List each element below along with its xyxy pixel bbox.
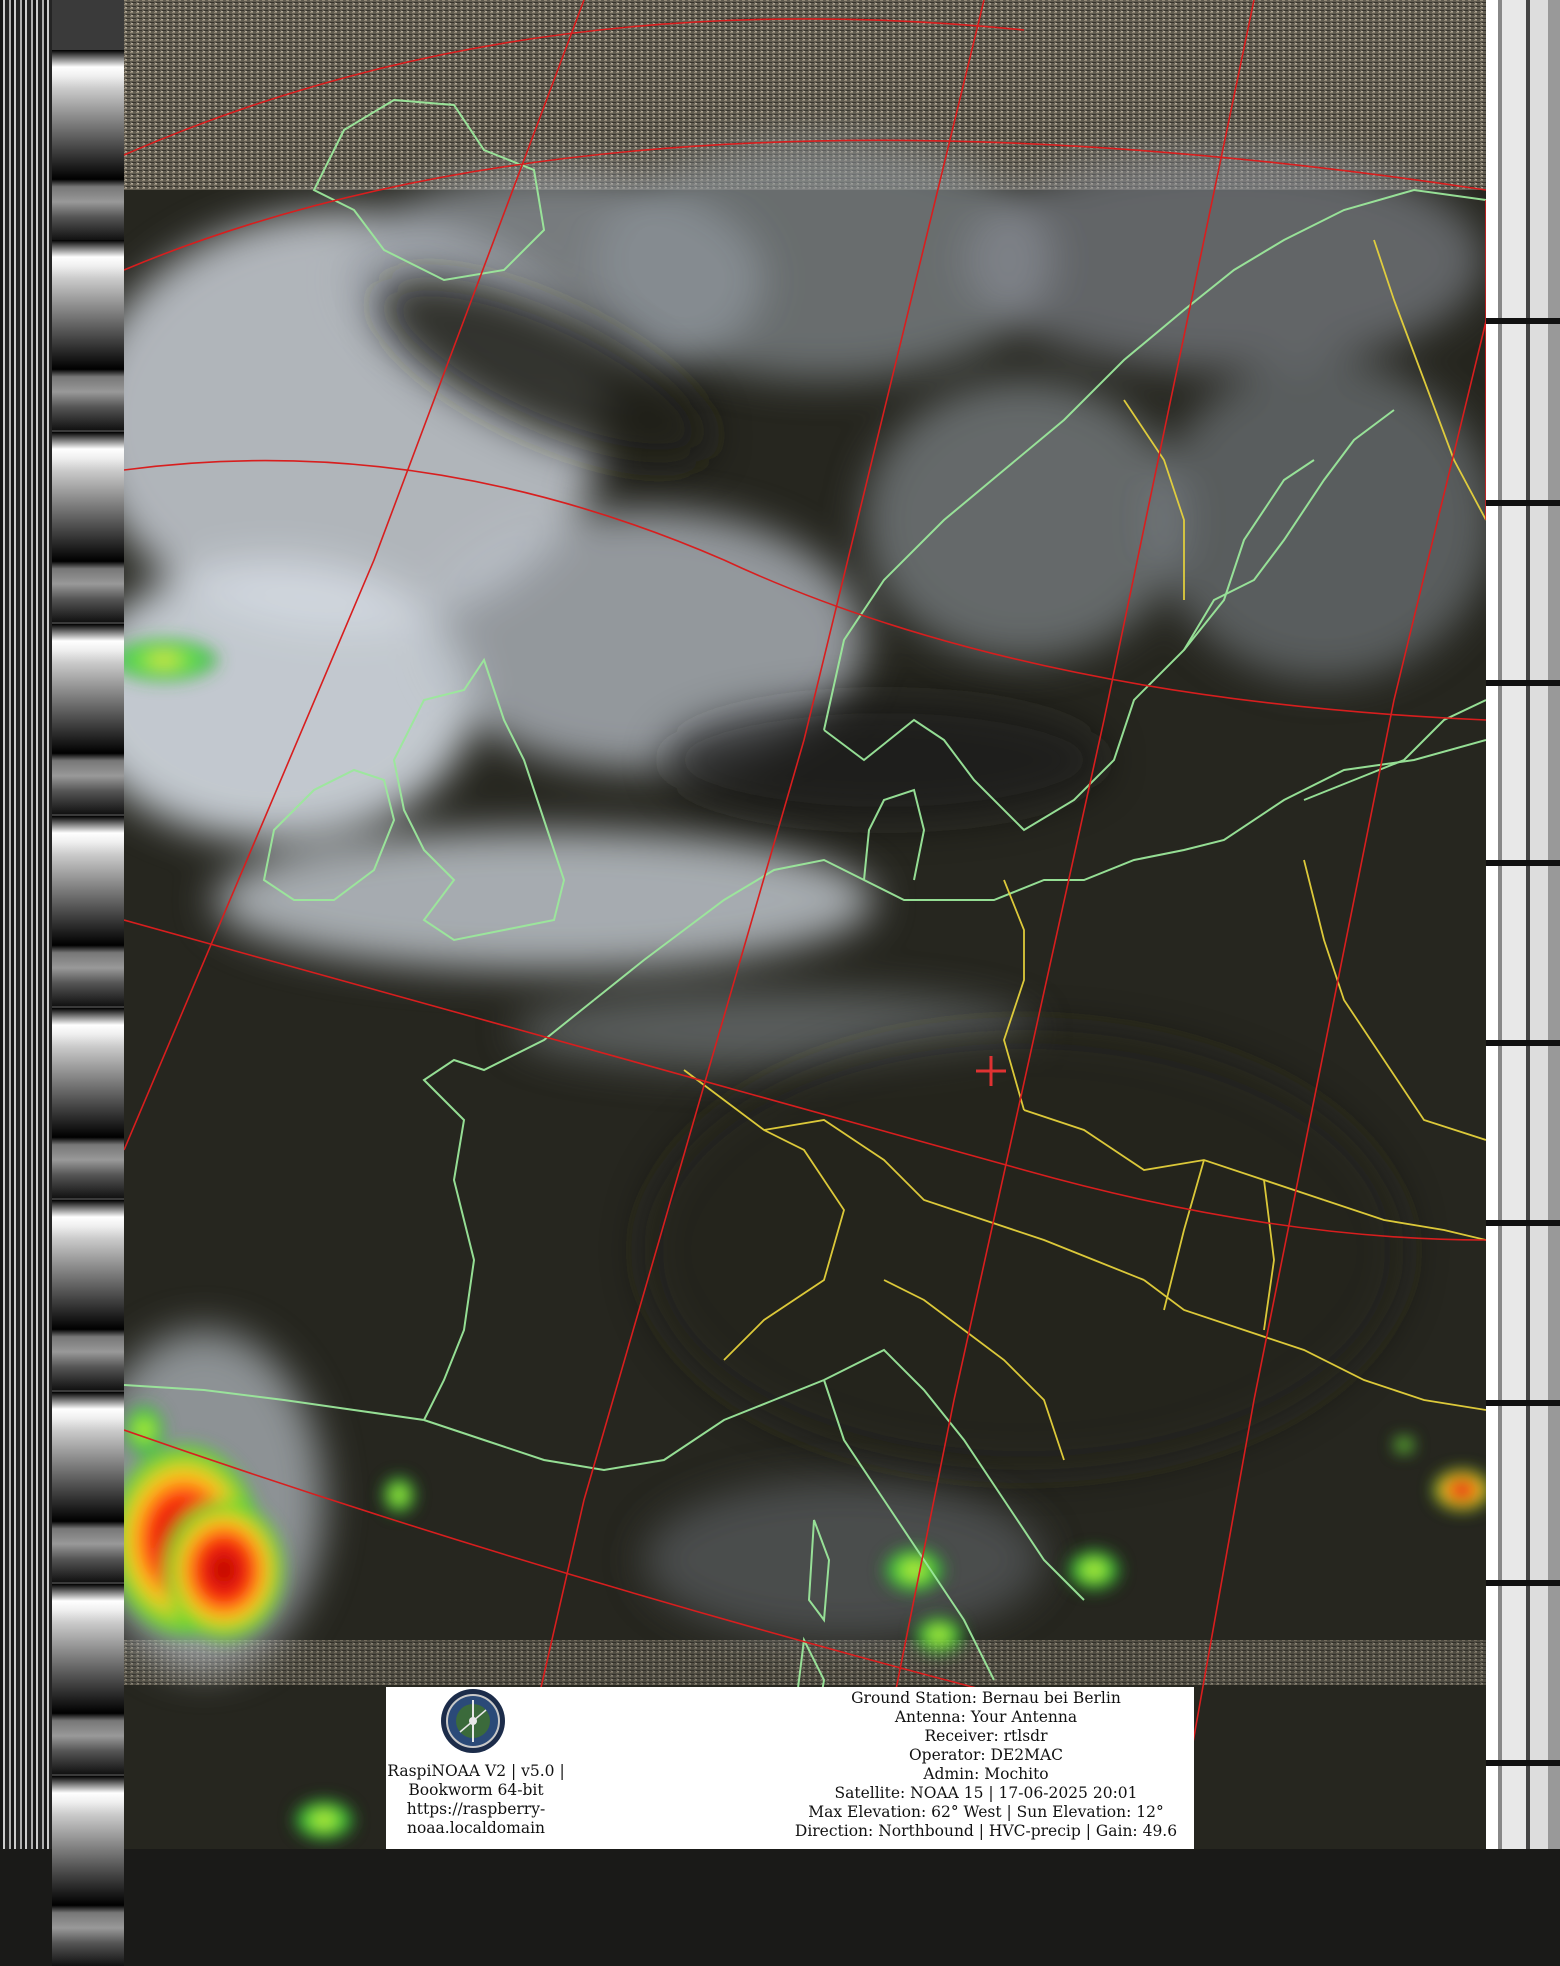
receiver-text: Receiver: rtlsdr [924, 1727, 1048, 1745]
software-line: RaspiNOAA V2 | v5.0 | [387, 1762, 565, 1780]
admin-text: Admin: Mochito [923, 1765, 1049, 1783]
telemetry-tick [1486, 1580, 1560, 1586]
telemetry-tick [1486, 1040, 1560, 1046]
right-telemetry-strip [1486, 0, 1560, 1849]
software-line: https://raspberry- [406, 1800, 546, 1818]
operator-text: Operator: DE2MAC [908, 1746, 1064, 1764]
telemetry-tick [1486, 500, 1560, 506]
software-line: Bookworm 64-bit [408, 1781, 544, 1799]
station-logo-icon [441, 1689, 505, 1753]
telemetry-tick [1486, 1220, 1560, 1226]
ground-station-text: Ground Station: Bernau bei Berlin [851, 1689, 1121, 1707]
telemetry-tick [1486, 860, 1560, 866]
telemetry-tick [1486, 318, 1560, 324]
telemetry-tick [1486, 680, 1560, 686]
satellite-image [124, 0, 1486, 1849]
telemetry-tick [1486, 1760, 1560, 1766]
sync-pattern [0, 0, 52, 1849]
software-line: noaa.localdomain [406, 1819, 546, 1837]
direction-text: Direction: Northbound | HVC-precip | Gai… [794, 1822, 1178, 1840]
elevation-text: Max Elevation: 62° West | Sun Elevation:… [808, 1803, 1164, 1821]
software-info: RaspiNOAA V2 | v5.0 | Bookworm 64-bit ht… [384, 1762, 568, 1838]
telemetry-tick [1486, 1400, 1560, 1406]
telemetry-wedges [52, 0, 124, 1966]
satellite-text: Satellite: NOAA 15 | 17-06-2025 20:01 [834, 1784, 1138, 1802]
antenna-text: Antenna: Your Antenna [894, 1708, 1078, 1726]
left-telemetry-strip [0, 0, 124, 1966]
pass-info: Ground Station: Bernau bei Berlin Antenn… [776, 1689, 1196, 1841]
